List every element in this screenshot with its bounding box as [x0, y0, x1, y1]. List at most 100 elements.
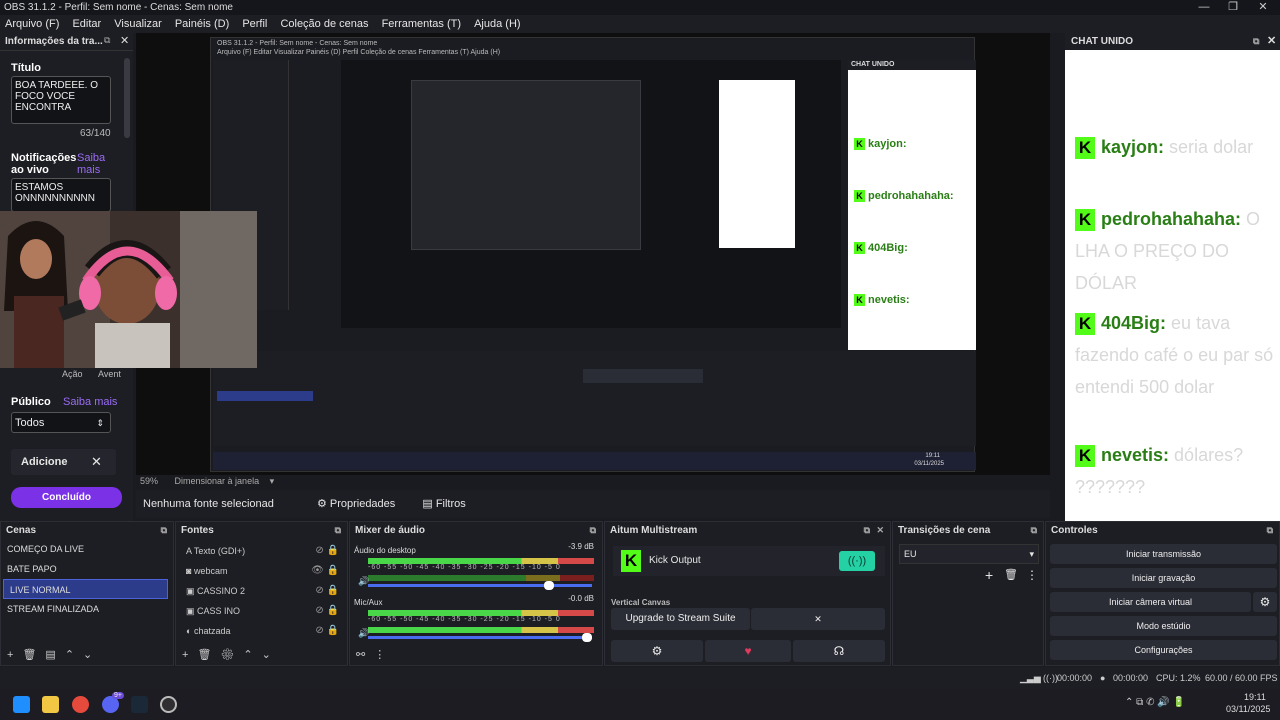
scene-item[interactable]: COMEÇO DA LIVE: [1, 539, 173, 559]
settings-button[interactable]: Configurações: [1050, 640, 1277, 660]
close-dock-icon[interactable]: ✕: [1267, 33, 1276, 50]
start-recording-button[interactable]: Iniciar gravação: [1050, 568, 1277, 588]
menu-file[interactable]: Arquivo (F): [5, 15, 59, 33]
start-virtual-camera-button[interactable]: Iniciar câmera virtual: [1050, 592, 1251, 612]
settings-icon[interactable]: ⚙: [611, 640, 703, 662]
menu-scene-collection[interactable]: Coleção de cenas: [280, 15, 368, 33]
done-button[interactable]: Concluído: [11, 487, 122, 508]
undock-icon[interactable]: ⧉: [161, 522, 167, 539]
audience-learn-more-link[interactable]: Saiba mais: [63, 396, 117, 408]
undock-icon[interactable]: ⧉: [1267, 522, 1273, 539]
speaker-icon[interactable]: 🔊: [358, 576, 369, 587]
scene-item[interactable]: BATE PAPO: [1, 559, 173, 579]
start-streaming-button[interactable]: Iniciar transmissão: [1050, 544, 1277, 564]
scene-item-selected[interactable]: LIVE NORMAL: [3, 579, 168, 599]
zoom-level[interactable]: 59% Dimensionar à janela ▾: [140, 476, 274, 487]
source-item[interactable]: ◙ webcam 👁 🔒: [176, 561, 347, 581]
maximize-button[interactable]: ❐: [1218, 0, 1248, 15]
heart-icon[interactable]: ♥: [705, 640, 791, 662]
steam-icon[interactable]: [131, 696, 148, 713]
scene-item[interactable]: STREAM FINALIZADA: [1, 599, 173, 619]
slider-handle[interactable]: [544, 581, 554, 590]
title-input[interactable]: BOA TARDEEE. O FOCO VOCE ENCONTRA: [11, 76, 111, 124]
up-icon[interactable]: ⌃: [65, 649, 83, 661]
volume-meter: [368, 627, 594, 633]
menu-view[interactable]: Visualizar: [114, 15, 162, 33]
more-icon[interactable]: ⋮: [374, 649, 394, 661]
stream-toggle-button[interactable]: ((·)): [839, 551, 875, 571]
down-icon[interactable]: ⌄: [262, 649, 280, 661]
file-explorer-icon[interactable]: [42, 696, 59, 713]
close-button[interactable]: ✕: [1248, 0, 1278, 15]
undock-icon[interactable]: ⧉: [1031, 522, 1037, 539]
chat-user: pedrohahahaha:: [1101, 209, 1242, 229]
add-icon[interactable]: +: [985, 567, 993, 583]
menu-profile[interactable]: Perfil: [242, 15, 267, 33]
undock-icon[interactable]: ⧉: [864, 522, 870, 539]
undock-icon[interactable]: ⧉: [1253, 33, 1259, 50]
properties-button[interactable]: ⚙ Propriedades: [317, 498, 395, 510]
more-icon[interactable]: ⋮: [1026, 568, 1038, 582]
gear-icon[interactable]: ⚙: [1253, 592, 1277, 612]
source-item[interactable]: ◐ chatzada ⊘ 🔒: [176, 621, 347, 641]
link-icon[interactable]: ⚯: [356, 649, 374, 661]
minimize-button[interactable]: —: [1189, 0, 1219, 15]
source-controls[interactable]: ⊘ 🔒: [315, 621, 339, 641]
volume-slider[interactable]: [368, 581, 592, 590]
source-item[interactable]: ▣ CASS INO ⊘ 🔒: [176, 601, 347, 621]
menu-help[interactable]: Ajuda (H): [474, 15, 520, 33]
close-dock-icon[interactable]: ✕: [876, 522, 884, 539]
undock-icon[interactable]: ⧉: [335, 522, 341, 539]
dock-scrollbar[interactable]: [124, 58, 130, 138]
inner-chat-user-4: nevetis:: [868, 294, 910, 306]
menu-edit[interactable]: Editar: [72, 15, 101, 33]
source-item[interactable]: ▣ CASSINO 2 ⊘ 🔒: [176, 581, 347, 601]
speaker-icon[interactable]: 🔊: [358, 628, 369, 639]
menu-docks[interactable]: Painéis (D): [175, 15, 229, 33]
resize-to-window[interactable]: Dimensionar à janela: [175, 476, 260, 486]
undock-icon[interactable]: ⧉: [590, 522, 596, 539]
source-controls[interactable]: ⊘ 🔒: [315, 601, 339, 621]
notif-input[interactable]: ESTAMOS ONNNNNNNNNN: [11, 178, 111, 212]
source-name: CASS INO: [197, 606, 241, 616]
menu-tools[interactable]: Ferramentas (T): [382, 15, 461, 33]
trash-icon[interactable]: 🗑: [1004, 568, 1018, 581]
trash-icon[interactable]: 🗑: [22, 649, 45, 661]
trash-icon[interactable]: 🗑: [197, 649, 220, 661]
transition-select[interactable]: EU ▾: [899, 544, 1039, 564]
source-item[interactable]: A Texto (GDI+) ⊘ 🔒: [176, 541, 347, 561]
filters-button[interactable]: ▤ Filtros: [422, 498, 465, 510]
notif-learn-more-link[interactable]: Saiba mais: [77, 152, 112, 176]
undock-icon[interactable]: ⧉: [104, 35, 110, 46]
audio-track: Mic/Aux -0.0 dB -60 -55 -50 -45 -40 -35 …: [350, 594, 602, 646]
slider-handle[interactable]: [582, 633, 592, 642]
dismiss-button[interactable]: ✕: [751, 608, 885, 630]
clock-date[interactable]: 03/11/2025: [1226, 704, 1270, 714]
source-controls[interactable]: 👁 🔒: [311, 561, 339, 581]
add-tag-row: Adicione ✕: [11, 449, 116, 475]
upgrade-button[interactable]: Upgrade to Stream Suite: [611, 608, 750, 630]
discord-icon[interactable]: ☊: [793, 640, 885, 662]
close-dock-icon[interactable]: ✕: [120, 34, 129, 47]
add-icon[interactable]: +: [7, 649, 22, 661]
up-icon[interactable]: ⌃: [243, 649, 261, 661]
audience-select[interactable]: Todos ⇕: [11, 412, 111, 433]
clock-time[interactable]: 19:11: [1244, 692, 1266, 702]
chrome-icon[interactable]: [72, 696, 89, 713]
add-icon[interactable]: +: [182, 649, 197, 661]
obs-icon[interactable]: [160, 696, 177, 713]
source-controls[interactable]: ⊘ 🔒: [315, 581, 339, 601]
volume-slider[interactable]: [368, 633, 592, 642]
chevron-updown-icon: ⇕: [96, 418, 104, 428]
tray-icons[interactable]: ⌃ ⧉ ✆ 🔊 🔋: [1125, 697, 1185, 708]
gear-icon[interactable]: ⚙: [220, 649, 243, 661]
browser-icon: ◐: [186, 626, 194, 636]
source-controls[interactable]: ⊘ 🔒: [315, 541, 339, 561]
stream-info-title: Informações da tra...: [5, 36, 103, 47]
down-icon[interactable]: ⌄: [83, 649, 101, 661]
windows-start-icon[interactable]: [13, 696, 30, 713]
audio-track: Áudio do desktop -3.9 dB -60 -55 -50 -45…: [350, 542, 602, 594]
studio-mode-button[interactable]: Modo estúdio: [1050, 616, 1277, 636]
filter-icon[interactable]: ▤: [45, 649, 64, 661]
close-icon[interactable]: ✕: [91, 454, 102, 470]
